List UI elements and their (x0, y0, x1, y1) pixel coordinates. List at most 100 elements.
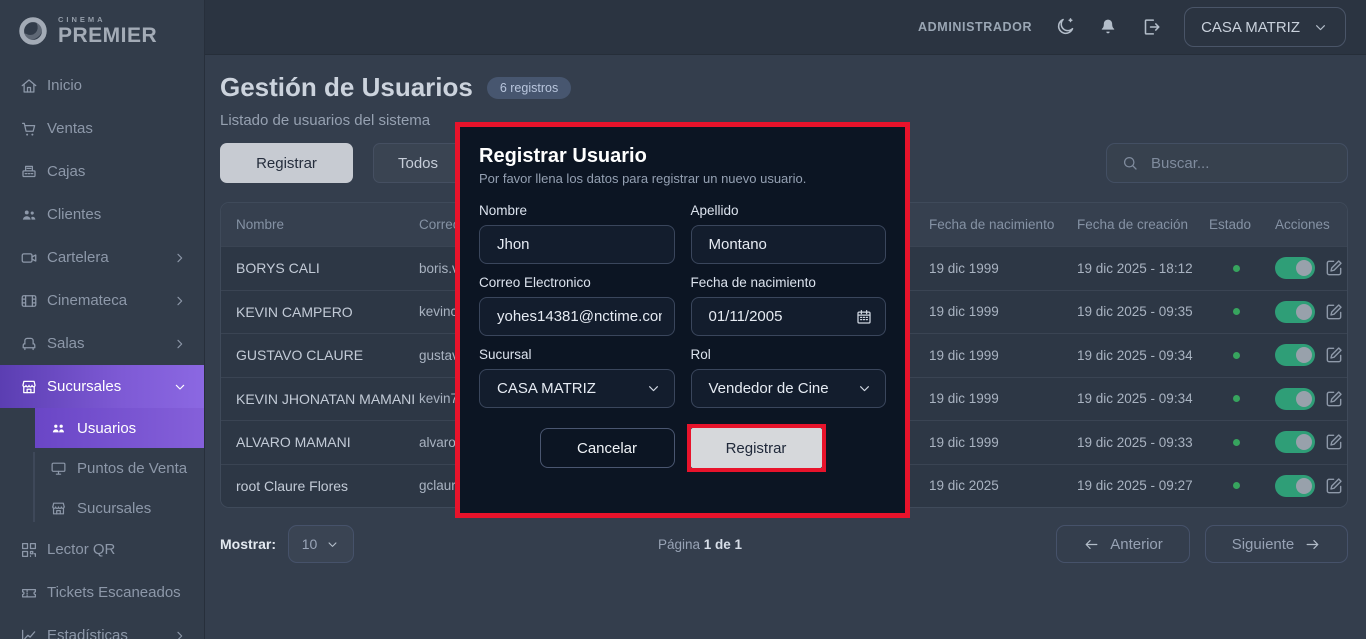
sidebar-item-tickets-escaneados[interactable]: Tickets Escaneados (0, 571, 204, 614)
correo-field[interactable] (479, 297, 675, 336)
status-dot (1233, 482, 1240, 490)
sidebar-item-cinemateca[interactable]: Cinemateca (0, 279, 204, 322)
edit-icon (1326, 304, 1342, 320)
sidebar-item-salas[interactable]: Salas (0, 322, 204, 365)
dark-mode-toggle[interactable] (1054, 16, 1076, 38)
edit-user-button[interactable] (1324, 302, 1344, 322)
apellido-label: Apellido (690, 203, 739, 218)
modal-title: Registrar Usuario (479, 145, 647, 167)
app: CINEMA PREMIER Inicio Ventas Cajas Clientes… (0, 0, 1366, 639)
rol-select[interactable]: Vendedor de Cine (690, 369, 886, 408)
previous-page-button[interactable]: Anterior (1056, 525, 1190, 563)
user-created-date: 19 dic 2025 - 18:12 (1077, 260, 1193, 276)
sucursal-label: Sucursal (479, 347, 532, 362)
user-role-label: ADMINISTRADOR (918, 20, 1033, 34)
status-dot (1233, 438, 1240, 446)
status-dot (1233, 395, 1240, 403)
branch-selector-label: CASA MATRIZ (1201, 18, 1300, 36)
apellido-field[interactable] (690, 225, 886, 264)
sidebar-item-clientes[interactable]: Clientes (0, 193, 204, 236)
modal-subtitle: Por favor llena los datos para registrar… (479, 171, 807, 186)
sucursal-select[interactable]: CASA MATRIZ (479, 369, 675, 408)
modal-register-button[interactable]: Registrar (690, 428, 822, 468)
correo-label: Correo Electronico (479, 275, 591, 290)
sidebar-item-sucursales[interactable]: Sucursales (0, 365, 204, 408)
sidebar-item-cajas[interactable]: Cajas (0, 150, 204, 193)
column-header-acciones: Acciones (1275, 217, 1330, 232)
show-label: Mostrar: (220, 536, 277, 552)
edit-user-button[interactable] (1324, 476, 1344, 496)
column-header-nombre: Nombre (236, 217, 285, 232)
moon-icon (1057, 18, 1074, 35)
edit-icon (1326, 260, 1342, 276)
edit-user-button[interactable] (1324, 389, 1344, 409)
chevron-down-icon (645, 380, 662, 397)
status-toggle[interactable] (1275, 300, 1315, 323)
status-toggle[interactable] (1275, 344, 1315, 367)
fecha-nacimiento-label: Fecha de nacimiento (690, 275, 816, 290)
records-count-badge: 6 registros (486, 76, 572, 99)
page-size-select[interactable]: 10 (288, 525, 355, 563)
chevron-down-icon (175, 384, 185, 390)
user-birthdate: 19 dic 1999 (929, 434, 999, 450)
cancel-button[interactable]: Cancelar (539, 428, 675, 468)
sidebar-subitem-sucursales[interactable]: Sucursales (35, 488, 204, 528)
edit-user-button[interactable] (1324, 345, 1344, 365)
user-created-date: 19 dic 2025 - 09:35 (1077, 304, 1193, 320)
user-birthdate: 19 dic 1999 (929, 260, 999, 276)
video-icon (21, 252, 37, 263)
user-created-date: 19 dic 2025 - 09:34 (1077, 391, 1193, 407)
status-dot (1233, 264, 1240, 272)
chevron-down-icon (648, 386, 658, 392)
column-header-fecha-de-creacion: Fecha de creación (1077, 217, 1189, 232)
arrow-right-icon (1304, 536, 1321, 553)
search-input[interactable] (1149, 153, 1352, 173)
edit-user-button[interactable] (1324, 432, 1344, 452)
edit-icon (1326, 434, 1342, 450)
users-icon (22, 210, 36, 220)
cart-icon (21, 122, 36, 136)
pos-icon (51, 462, 66, 475)
sidebar-item-estadisticas[interactable]: Estadísticas (0, 614, 204, 639)
sidebar-subitem-usuarios[interactable]: Usuarios (35, 408, 204, 448)
sidebar-item-ventas[interactable]: Ventas (0, 107, 204, 150)
chevron-down-icon (325, 537, 340, 552)
column-header-estado: Estado (1209, 217, 1252, 232)
filter-todos-button[interactable]: Todos (373, 143, 463, 183)
edit-user-button[interactable] (1324, 258, 1344, 278)
sidebar-item-inicio[interactable]: Inicio (0, 64, 204, 107)
home-icon (21, 78, 37, 93)
edit-icon (1326, 391, 1342, 407)
page-title: Gestión de Usuarios (220, 72, 473, 102)
notifications-bell-icon[interactable] (1098, 17, 1118, 37)
film-icon (21, 294, 37, 307)
sidebar-nav: Inicio Ventas Cajas Clientes Cartelera Cinema… (0, 64, 204, 639)
user-created-date: 19 dic 2025 - 09:27 (1077, 478, 1193, 494)
status-toggle[interactable] (1275, 387, 1315, 410)
register-button[interactable]: Registrar (220, 143, 353, 183)
status-toggle[interactable] (1275, 257, 1315, 280)
store-icon (22, 380, 36, 393)
fecha-nacimiento-field[interactable]: 01/11/2005 (690, 297, 886, 336)
sidebar: CINEMA PREMIER Inicio Ventas Cajas Clientes… (0, 0, 205, 639)
chevron-down-icon (1312, 19, 1329, 36)
user-birthdate: 19 dic 2025 (929, 478, 999, 494)
sidebar-item-lector-qr[interactable]: Lector QR (0, 528, 204, 571)
branch-selector[interactable]: CASA MATRIZ (1184, 7, 1346, 47)
store-icon (52, 502, 65, 514)
sidebar-item-cartelera[interactable]: Cartelera (0, 236, 204, 279)
nombre-field[interactable] (479, 225, 675, 264)
column-header-fecha-de-nacimiento: Fecha de nacimiento (929, 217, 1055, 232)
status-toggle[interactable] (1275, 431, 1315, 454)
user-name: KEVIN JHONATAN MAMANI (236, 390, 416, 407)
chevron-right-icon (177, 339, 183, 348)
arrow-left-icon (1083, 536, 1100, 553)
next-page-button[interactable]: Siguiente (1205, 525, 1348, 563)
status-toggle[interactable] (1275, 474, 1315, 497)
chevron-down-icon (328, 541, 337, 547)
nombre-label: Nombre (479, 203, 528, 218)
user-name: KEVIN CAMPERO (236, 303, 353, 320)
sidebar-subitem-puntos-de-venta[interactable]: Puntos de Venta (35, 448, 204, 488)
logout-icon[interactable] (1140, 16, 1162, 38)
user-created-date: 19 dic 2025 - 09:33 (1077, 434, 1193, 450)
